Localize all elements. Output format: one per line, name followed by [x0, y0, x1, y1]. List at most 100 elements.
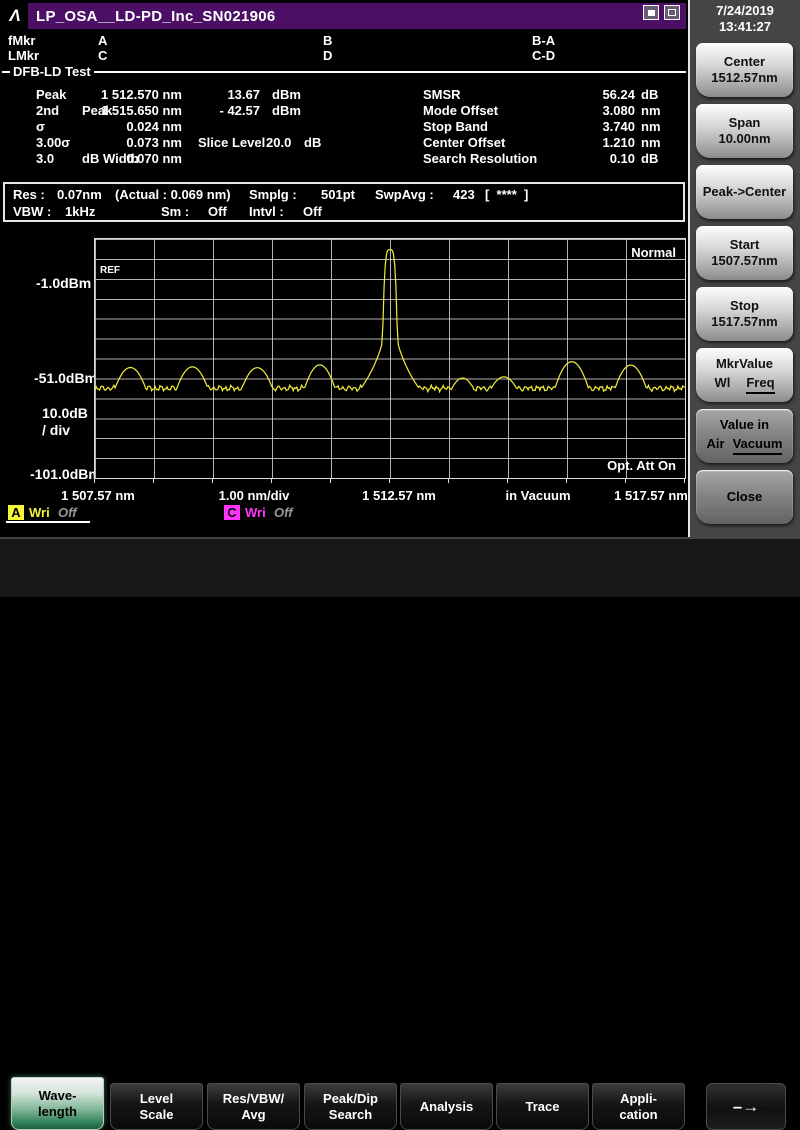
- meas-row-label: σ: [36, 119, 45, 134]
- x-axis-start-label: 1 507.57 nm: [61, 488, 135, 503]
- search-resolution-unit: dB: [641, 151, 658, 166]
- x-axis-center-label: 1 512.57 nm: [362, 488, 436, 503]
- trace-a-mode: Wri: [29, 505, 50, 520]
- fmkr-a: A: [98, 33, 107, 48]
- smplg-label: Smplg :: [249, 187, 297, 202]
- key-peak-to-center-label: Peak->Center: [703, 184, 786, 200]
- key-value-in-option-vacuum[interactable]: Vacuum: [733, 436, 783, 455]
- search-resolution-label: Search Resolution: [423, 151, 537, 166]
- smsr-unit: dB: [641, 87, 658, 102]
- stop-band-label: Stop Band: [423, 119, 488, 134]
- x-axis-ticks: [94, 479, 686, 483]
- trace-a-chip[interactable]: A: [8, 505, 24, 520]
- mode-offset-unit: nm: [641, 103, 661, 118]
- key-mkr-value-option-freq[interactable]: Freq: [746, 375, 774, 394]
- key-close-label: Close: [727, 489, 762, 505]
- slice-level-unit: dB: [304, 135, 321, 150]
- key-span[interactable]: Span 10.00nm: [696, 104, 793, 158]
- key-mkr-value-options: Wl Freq: [696, 375, 793, 394]
- meas-row-level: - 42.57: [194, 103, 260, 118]
- window-minimize-button[interactable]: [643, 5, 659, 20]
- title-bar: Λ LP_OSA__LD-PD_Inc_SN021906: [2, 3, 686, 29]
- anritsu-logo-icon: Λ: [2, 3, 28, 29]
- mode-offset-label: Mode Offset: [423, 103, 498, 118]
- sm-value: Off: [208, 204, 227, 219]
- tab-wavelength[interactable]: Wave- length: [11, 1077, 104, 1130]
- meas-row-level: 13.67: [194, 87, 260, 102]
- datetime-display: 7/24/2019 13:41:27: [690, 3, 800, 35]
- tab-more-arrow[interactable]: –→: [706, 1083, 786, 1130]
- mode-offset-value: 3.080: [561, 103, 635, 118]
- intvl-value: Off: [303, 204, 322, 219]
- key-stop[interactable]: Stop 1517.57nm: [696, 287, 793, 341]
- sm-label: Sm :: [161, 204, 189, 219]
- x-axis-perdiv-label: 1.00 nm/div: [219, 488, 290, 503]
- fmkr-label: fMkr: [8, 33, 35, 48]
- key-value-in-option-air[interactable]: Air: [707, 436, 725, 455]
- fmkr-b: B: [323, 33, 332, 48]
- key-center-label: Center 1512.57nm: [711, 54, 778, 86]
- tab-analysis[interactable]: Analysis: [400, 1083, 493, 1130]
- opt-att-status: Opt. Att On: [607, 458, 676, 473]
- vbw-value: 1kHz: [65, 204, 95, 219]
- tab-wavelength-label: Wave- length: [38, 1088, 77, 1120]
- time-display: 13:41:27: [690, 19, 800, 35]
- stop-band-value: 3.740: [561, 119, 635, 134]
- maximize-icon: [668, 9, 676, 16]
- window-title: LP_OSA__LD-PD_Inc_SN021906: [36, 8, 276, 25]
- more-arrow-icon: –→: [733, 1099, 759, 1115]
- window-maximize-button[interactable]: [664, 5, 680, 20]
- trace-a-active-underline: [6, 521, 90, 523]
- tab-level-scale-label: Level Scale: [140, 1091, 174, 1123]
- trace-mode-label: Normal: [631, 245, 676, 260]
- y-axis-mid-label: -51.0dBm: [34, 371, 97, 386]
- key-close[interactable]: Close: [696, 470, 793, 524]
- tab-application-label: Appli- cation: [619, 1091, 657, 1123]
- swpavg-label: SwpAvg :: [375, 187, 434, 202]
- date-display: 7/24/2019: [690, 3, 800, 19]
- tab-level-scale[interactable]: Level Scale: [110, 1083, 203, 1130]
- center-offset-value: 1.210: [561, 135, 635, 150]
- res-label: Res :: [13, 187, 45, 202]
- meas-row-label: 3.00σ: [36, 135, 70, 150]
- main-display: Λ LP_OSA__LD-PD_Inc_SN021906 fMkr A B B-…: [0, 0, 690, 537]
- test-name: DFB-LD Test: [13, 64, 91, 79]
- smsr-label: SMSR: [423, 87, 461, 102]
- key-mkr-value[interactable]: MkrValue Wl Freq: [696, 348, 793, 402]
- tab-peak-dip-search[interactable]: Peak/Dip Search: [304, 1083, 397, 1130]
- key-value-in[interactable]: Value in Air Vacuum: [696, 409, 793, 463]
- key-start-label: Start 1507.57nm: [711, 237, 778, 269]
- tab-analysis-label: Analysis: [420, 1099, 473, 1115]
- trace-a-state: Off: [58, 505, 77, 520]
- meas-row-label: 2nd: [36, 103, 59, 118]
- trace-c-chip[interactable]: C: [224, 505, 240, 520]
- slice-level-label: Slice Level: [198, 135, 265, 150]
- key-value-in-options: Air Vacuum: [696, 436, 793, 455]
- key-center[interactable]: Center 1512.57nm: [696, 43, 793, 97]
- tab-res-vbw-avg[interactable]: Res/VBW/ Avg: [207, 1083, 300, 1130]
- osa-screen: Λ LP_OSA__LD-PD_Inc_SN021906 fMkr A B B-…: [0, 0, 800, 597]
- tab-res-vbw-avg-label: Res/VBW/ Avg: [223, 1091, 284, 1123]
- trace-a-plot: [95, 239, 685, 478]
- y-axis-perdiv-label2: / div: [42, 423, 70, 438]
- function-key-sidebar: 7/24/2019 13:41:27 Center 1512.57nm Span…: [690, 0, 800, 537]
- lmkr-c: C: [98, 48, 107, 63]
- ref-line-label: REF: [100, 265, 120, 276]
- res-actual: (Actual : 0.069 nm): [115, 187, 231, 202]
- key-start[interactable]: Start 1507.57nm: [696, 226, 793, 280]
- meas-row-value: 0.024 nm: [88, 119, 182, 134]
- stop-band-unit: nm: [641, 119, 661, 134]
- slice-level-value: 20.0: [266, 135, 291, 150]
- tab-trace[interactable]: Trace: [496, 1083, 589, 1130]
- center-offset-unit: nm: [641, 135, 661, 150]
- meas-row-value: 0.070 nm: [88, 151, 182, 166]
- meas-row-label: Peak: [36, 87, 66, 102]
- trace-c-mode: Wri: [245, 505, 266, 520]
- key-peak-to-center[interactable]: Peak->Center: [696, 165, 793, 219]
- trace-c-state: Off: [274, 505, 293, 520]
- key-mkr-value-label: MkrValue: [716, 356, 773, 372]
- key-mkr-value-option-wl[interactable]: Wl: [714, 375, 730, 394]
- fmkr-b-a: B-A: [532, 33, 555, 48]
- tab-application[interactable]: Appli- cation: [592, 1083, 685, 1130]
- test-name-divider-left: [2, 71, 10, 73]
